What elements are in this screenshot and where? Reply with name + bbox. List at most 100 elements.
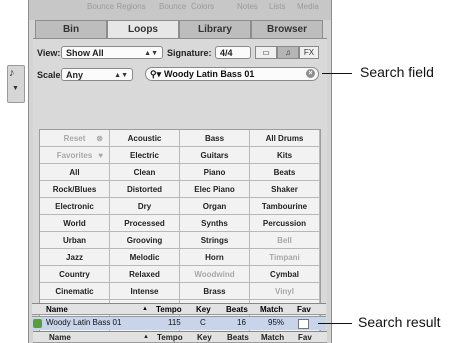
toolbar-label-bounce: Bounce [159, 2, 187, 11]
results-header: Name ▲ Tempo Key Beats Match Fav [33, 331, 327, 343]
keyword-button[interactable]: Piano [180, 164, 250, 181]
keyword-button[interactable]: Cymbal [250, 266, 320, 283]
updown-arrow-icon: ▲▼ [144, 50, 158, 57]
scale-select-value: Any [66, 70, 84, 80]
triangle-down-icon[interactable]: ▼ [12, 85, 19, 92]
keyword-button[interactable]: Electric [110, 147, 180, 164]
loop-type-icon [33, 319, 42, 328]
toolbar-label-notes: Notes [237, 2, 258, 11]
keyword-button[interactable]: Guitars [180, 147, 250, 164]
keyword-button[interactable]: Shaker [250, 181, 320, 198]
grid-view-button[interactable]: ▭ [255, 46, 277, 59]
header-match[interactable]: Match [260, 304, 283, 315]
fx-view-label: FX [303, 48, 315, 57]
col-fav[interactable]: Fav [298, 332, 312, 343]
signature-select-value: 4/4 [220, 48, 233, 58]
search-field-callout: Search field [360, 64, 434, 80]
keyword-button[interactable]: Vinyl [250, 283, 320, 300]
keyword-button[interactable]: Distorted [110, 181, 180, 198]
header-fav[interactable]: Fav [297, 304, 311, 315]
updown-arrow-icon: ▲▼ [114, 72, 128, 79]
toolbar-label-lists: Lists [269, 2, 286, 11]
keyword-button[interactable]: Kits [250, 147, 320, 164]
keyword-button[interactable]: Timpani [250, 249, 320, 266]
keyword-button[interactable]: Urban [40, 232, 110, 249]
keyword-button[interactable]: Favorites ♥ [40, 147, 110, 164]
search-result-callout-line [318, 323, 352, 324]
keyword-button[interactable]: World [40, 215, 110, 232]
keyword-button[interactable]: All Drums [250, 130, 320, 147]
music-view-button[interactable]: ♫ [277, 46, 299, 59]
result-match: 95% [268, 318, 285, 327]
clear-search-icon[interactable]: × [306, 69, 315, 78]
loops-panel: View: Show All ▲▼ Signature: 4/4 ▭ ♫ FX … [33, 38, 327, 341]
sort-up-icon: ▲ [143, 334, 149, 340]
keyword-button[interactable]: Tambourine [250, 198, 320, 215]
keyword-button[interactable]: Acoustic [110, 130, 180, 147]
col-tempo[interactable]: Tempo [157, 332, 183, 343]
header-name[interactable]: Name [46, 304, 68, 315]
favorite-checkbox[interactable] [298, 319, 309, 329]
keyword-button[interactable]: Melodic [110, 249, 180, 266]
col-match[interactable]: Match [261, 332, 284, 343]
signature-select[interactable]: 4/4 [215, 46, 251, 59]
header-beats[interactable]: Beats [226, 304, 248, 315]
search-field-callout-line [322, 73, 352, 74]
result-row[interactable]: Woody Latin Bass 01 115 C 16 95% [32, 316, 326, 330]
col-name[interactable]: Name [49, 332, 71, 343]
keyword-button[interactable]: Grooving [110, 232, 180, 249]
music-note-icon: ♪ [9, 67, 15, 79]
result-tempo: 115 [168, 318, 181, 327]
tab-loops[interactable]: Loops [107, 20, 179, 38]
view-select-value: Show All [66, 48, 104, 58]
keyword-button[interactable]: Brass [180, 283, 250, 300]
toolbar-label-media: Media [297, 2, 319, 11]
search-input-value: Woody Latin Bass 01 [164, 69, 255, 79]
favorites-icon: ♥ [98, 151, 103, 160]
keyword-button[interactable]: Strings [180, 232, 250, 249]
keyword-button[interactable]: Clean [110, 164, 180, 181]
result-beats: 16 [237, 318, 246, 327]
keyword-button[interactable]: Dry [110, 198, 180, 215]
tab-browser[interactable]: Browser [251, 20, 323, 38]
result-key: C [200, 318, 206, 327]
results-column-header: Name ▲ Tempo Key Beats Match Fav [32, 303, 326, 315]
header-key[interactable]: Key [196, 304, 211, 315]
keyword-button[interactable]: Country [40, 266, 110, 283]
toolbar-label-bounce-regions: Bounce Regions [87, 2, 146, 11]
keyword-button[interactable]: All [40, 164, 110, 181]
keyword-button[interactable]: Elec Piano [180, 181, 250, 198]
keyword-button[interactable]: Reset ⊗ [40, 130, 110, 147]
keyword-button[interactable]: Cinematic [40, 283, 110, 300]
view-select[interactable]: Show All ▲▼ [61, 46, 163, 59]
col-key[interactable]: Key [197, 332, 212, 343]
keyword-button[interactable]: Processed [110, 215, 180, 232]
keyword-button[interactable]: Bass [180, 130, 250, 147]
search-icon: ⚲▾ [150, 69, 162, 79]
keyword-button[interactable]: Intense [110, 283, 180, 300]
fx-view-button[interactable]: FX [299, 46, 319, 59]
keyword-button[interactable]: Woodwind [180, 266, 250, 283]
keyword-button[interactable]: Horn [180, 249, 250, 266]
header-tempo[interactable]: Tempo [156, 304, 182, 315]
col-beats[interactable]: Beats [227, 332, 249, 343]
search-result-callout: Search result [358, 314, 441, 330]
keyword-button[interactable]: Synths [180, 215, 250, 232]
tab-bin[interactable]: Bin [35, 20, 107, 38]
keyword-button[interactable]: Relaxed [110, 266, 180, 283]
keyword-button[interactable]: Electronic [40, 198, 110, 215]
toolbar-label-colors: Colors [191, 2, 215, 11]
keyword-button[interactable]: Jazz [40, 249, 110, 266]
sort-ascending-icon: ▲ [142, 306, 148, 312]
keyword-button[interactable]: Percussion [250, 215, 320, 232]
scale-select[interactable]: Any ▲▼ [61, 68, 133, 81]
keyword-button[interactable]: Beats [250, 164, 320, 181]
tab-bar: Bin Loops Library Browser [35, 20, 325, 38]
tab-library[interactable]: Library [179, 20, 251, 38]
reset-icon: ⊗ [96, 134, 103, 143]
keyword-button[interactable]: Bell [250, 232, 320, 249]
search-input[interactable]: ⚲▾ Woody Latin Bass 01 × [145, 67, 319, 81]
keyword-button[interactable]: Rock/Blues [40, 181, 110, 198]
keyword-button[interactable]: Organ [180, 198, 250, 215]
grid-view-icon: ▭ [262, 48, 270, 57]
